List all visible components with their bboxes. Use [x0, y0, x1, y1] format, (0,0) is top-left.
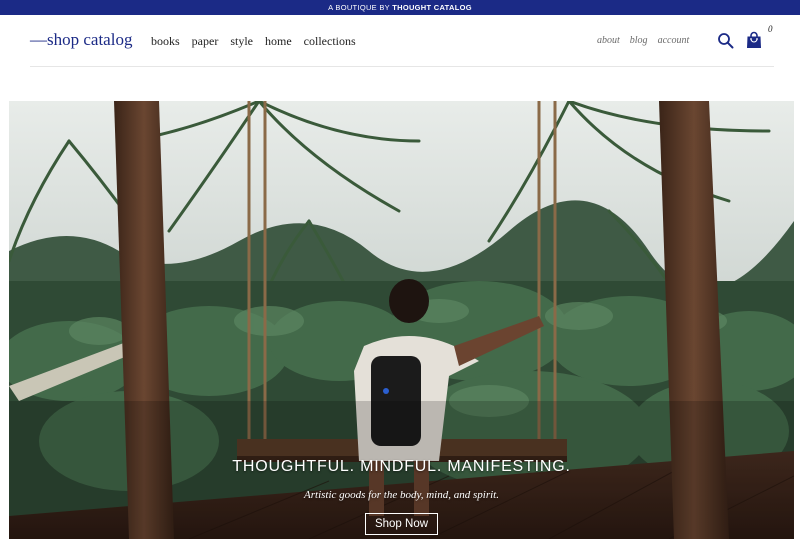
nav-link-style[interactable]: style — [230, 34, 253, 49]
banner-prefix: A BOUTIQUE BY — [328, 3, 390, 12]
nav-link-paper[interactable]: paper — [192, 34, 219, 49]
nav-link-books[interactable]: books — [151, 34, 180, 49]
shop-now-button[interactable]: Shop Now — [365, 513, 438, 535]
nav-link-blog[interactable]: blog — [630, 35, 648, 46]
nav-link-account[interactable]: account — [658, 35, 690, 46]
top-banner: A BOUTIQUE BY THOUGHT CATALOG — [0, 0, 800, 15]
hero-banner: THOUGHTFUL. MINDFUL. MANIFESTING. Artist… — [9, 101, 794, 539]
secondary-nav: about blog account — [597, 35, 689, 46]
cart-count: 0 — [768, 24, 773, 34]
banner-brand[interactable]: THOUGHT CATALOG — [392, 3, 472, 12]
nav-link-collections[interactable]: collections — [304, 34, 356, 49]
site-header: —shop catalog books paper style home col… — [0, 15, 800, 67]
site-logo[interactable]: —shop catalog — [30, 30, 132, 50]
search-icon[interactable] — [717, 32, 735, 50]
hero-headline: THOUGHTFUL. MINDFUL. MANIFESTING. — [9, 458, 794, 476]
nav-link-about[interactable]: about — [597, 35, 620, 46]
nav-link-home[interactable]: home — [265, 34, 292, 49]
shopping-bag-icon[interactable] — [746, 31, 762, 49]
main-nav: books paper style home collections — [151, 34, 356, 49]
header-divider — [30, 66, 774, 67]
hero-subheadline: Artistic goods for the body, mind, and s… — [9, 489, 794, 501]
